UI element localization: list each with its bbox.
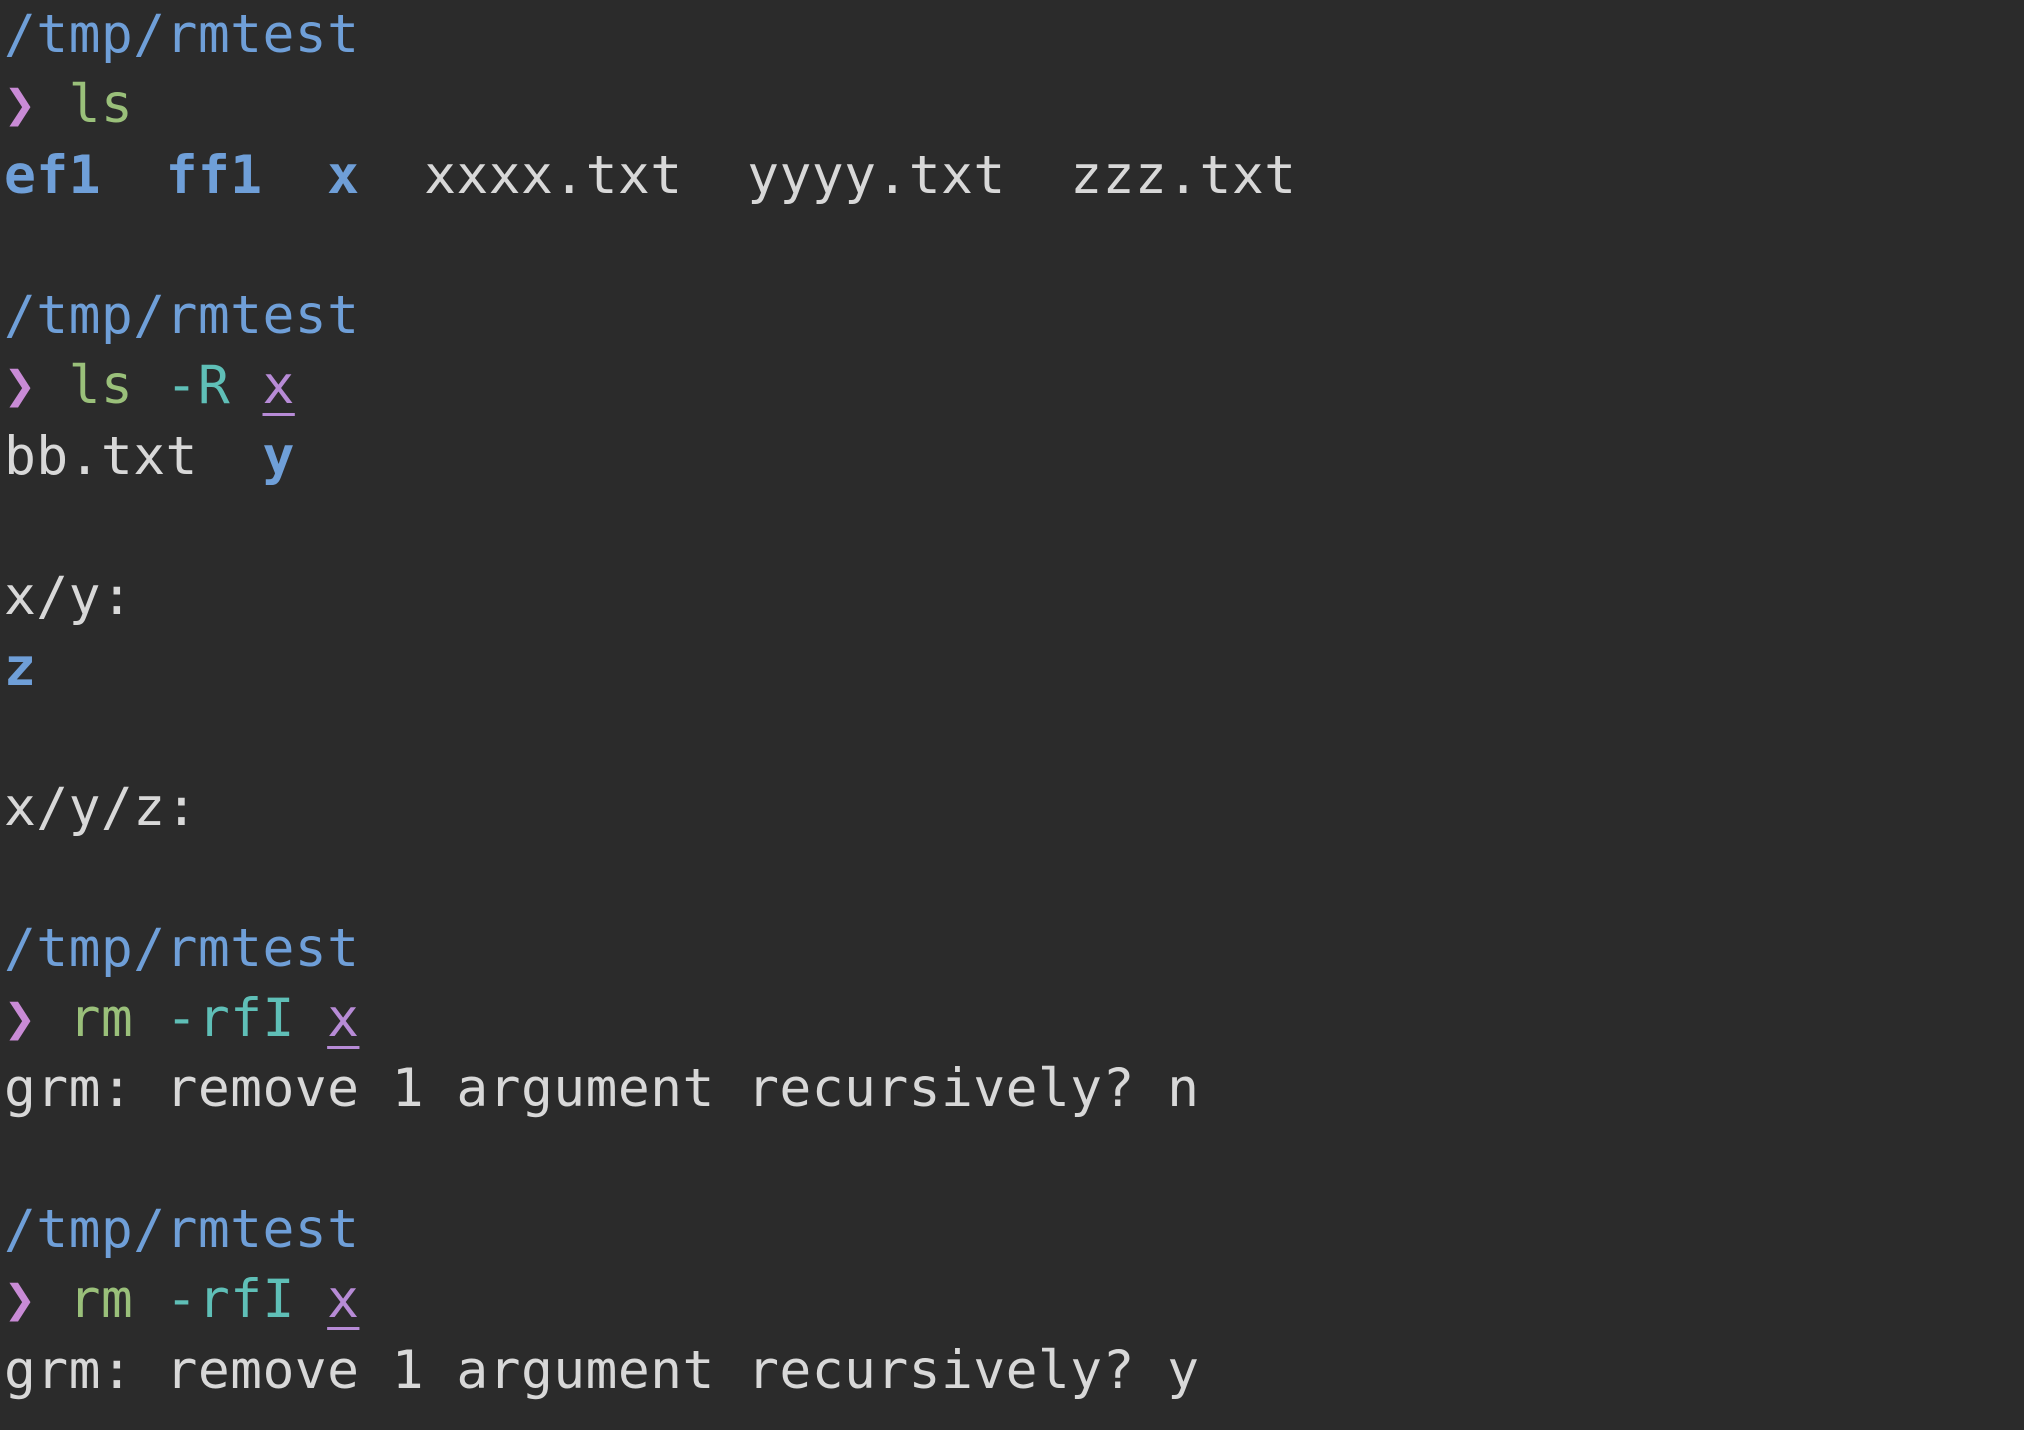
prompt-chevron-icon: ❯: [4, 988, 37, 1050]
prompt-chevron-icon: ❯: [4, 1269, 37, 1331]
command-line: ❯ ls: [4, 70, 2024, 140]
file-entry: zzz.txt: [1070, 144, 1297, 206]
prompt-chevron-icon: ❯: [4, 74, 37, 136]
prompt-chevron-icon: ❯: [4, 355, 37, 417]
command-flag: -rfI: [165, 988, 295, 1050]
command-argument: x: [327, 1269, 360, 1331]
command-name: ls: [68, 355, 134, 417]
command-line: ❯ rm -rfI x: [4, 984, 2024, 1054]
rm-prompt-output: grm: remove 1 argument recursively? n: [4, 1058, 1200, 1120]
dir-entry: z: [4, 636, 37, 698]
command-flag: -rfI: [165, 1269, 295, 1331]
command-argument: x: [327, 988, 360, 1050]
dir-entry: ff1: [165, 144, 263, 206]
prompt-path: /tmp/rmtest: [4, 917, 360, 979]
file-entry: bb.txt: [4, 425, 198, 487]
dir-entry: ef1: [4, 144, 101, 206]
prompt-path: /tmp/rmtest: [4, 4, 360, 65]
ls-output: ef1 ff1 x xxxx.txt yyyy.txt zzz.txt: [4, 141, 2024, 211]
prompt-path: /tmp/rmtest: [4, 1199, 360, 1261]
command-line: ❯ ls -R x: [4, 351, 2024, 421]
command-line: ❯ rm -rfI x: [4, 1265, 2024, 1335]
ls-dir-header: x/y/z:: [4, 777, 198, 839]
dir-entry: y: [262, 425, 295, 487]
ls-output: z: [4, 633, 2024, 703]
file-entry: yyyy.txt: [747, 144, 1006, 206]
command-flag: -R: [165, 355, 231, 417]
command-argument: x: [262, 355, 295, 417]
command-name: rm: [68, 1269, 134, 1331]
command-name: rm: [68, 988, 134, 1050]
prompt-path: /tmp/rmtest: [4, 285, 360, 347]
dir-entry: x: [327, 144, 360, 206]
command-name: ls: [68, 74, 134, 136]
ls-output: bb.txt y: [4, 422, 2024, 492]
ls-dir-header: x/y:: [4, 566, 134, 628]
file-entry: xxxx.txt: [424, 144, 683, 206]
terminal-output: /tmp/rmtest ❯ ls ef1 ff1 x xxxx.txt yyyy…: [4, 0, 2024, 1406]
rm-prompt-output: grm: remove 1 argument recursively? y: [4, 1339, 1200, 1401]
